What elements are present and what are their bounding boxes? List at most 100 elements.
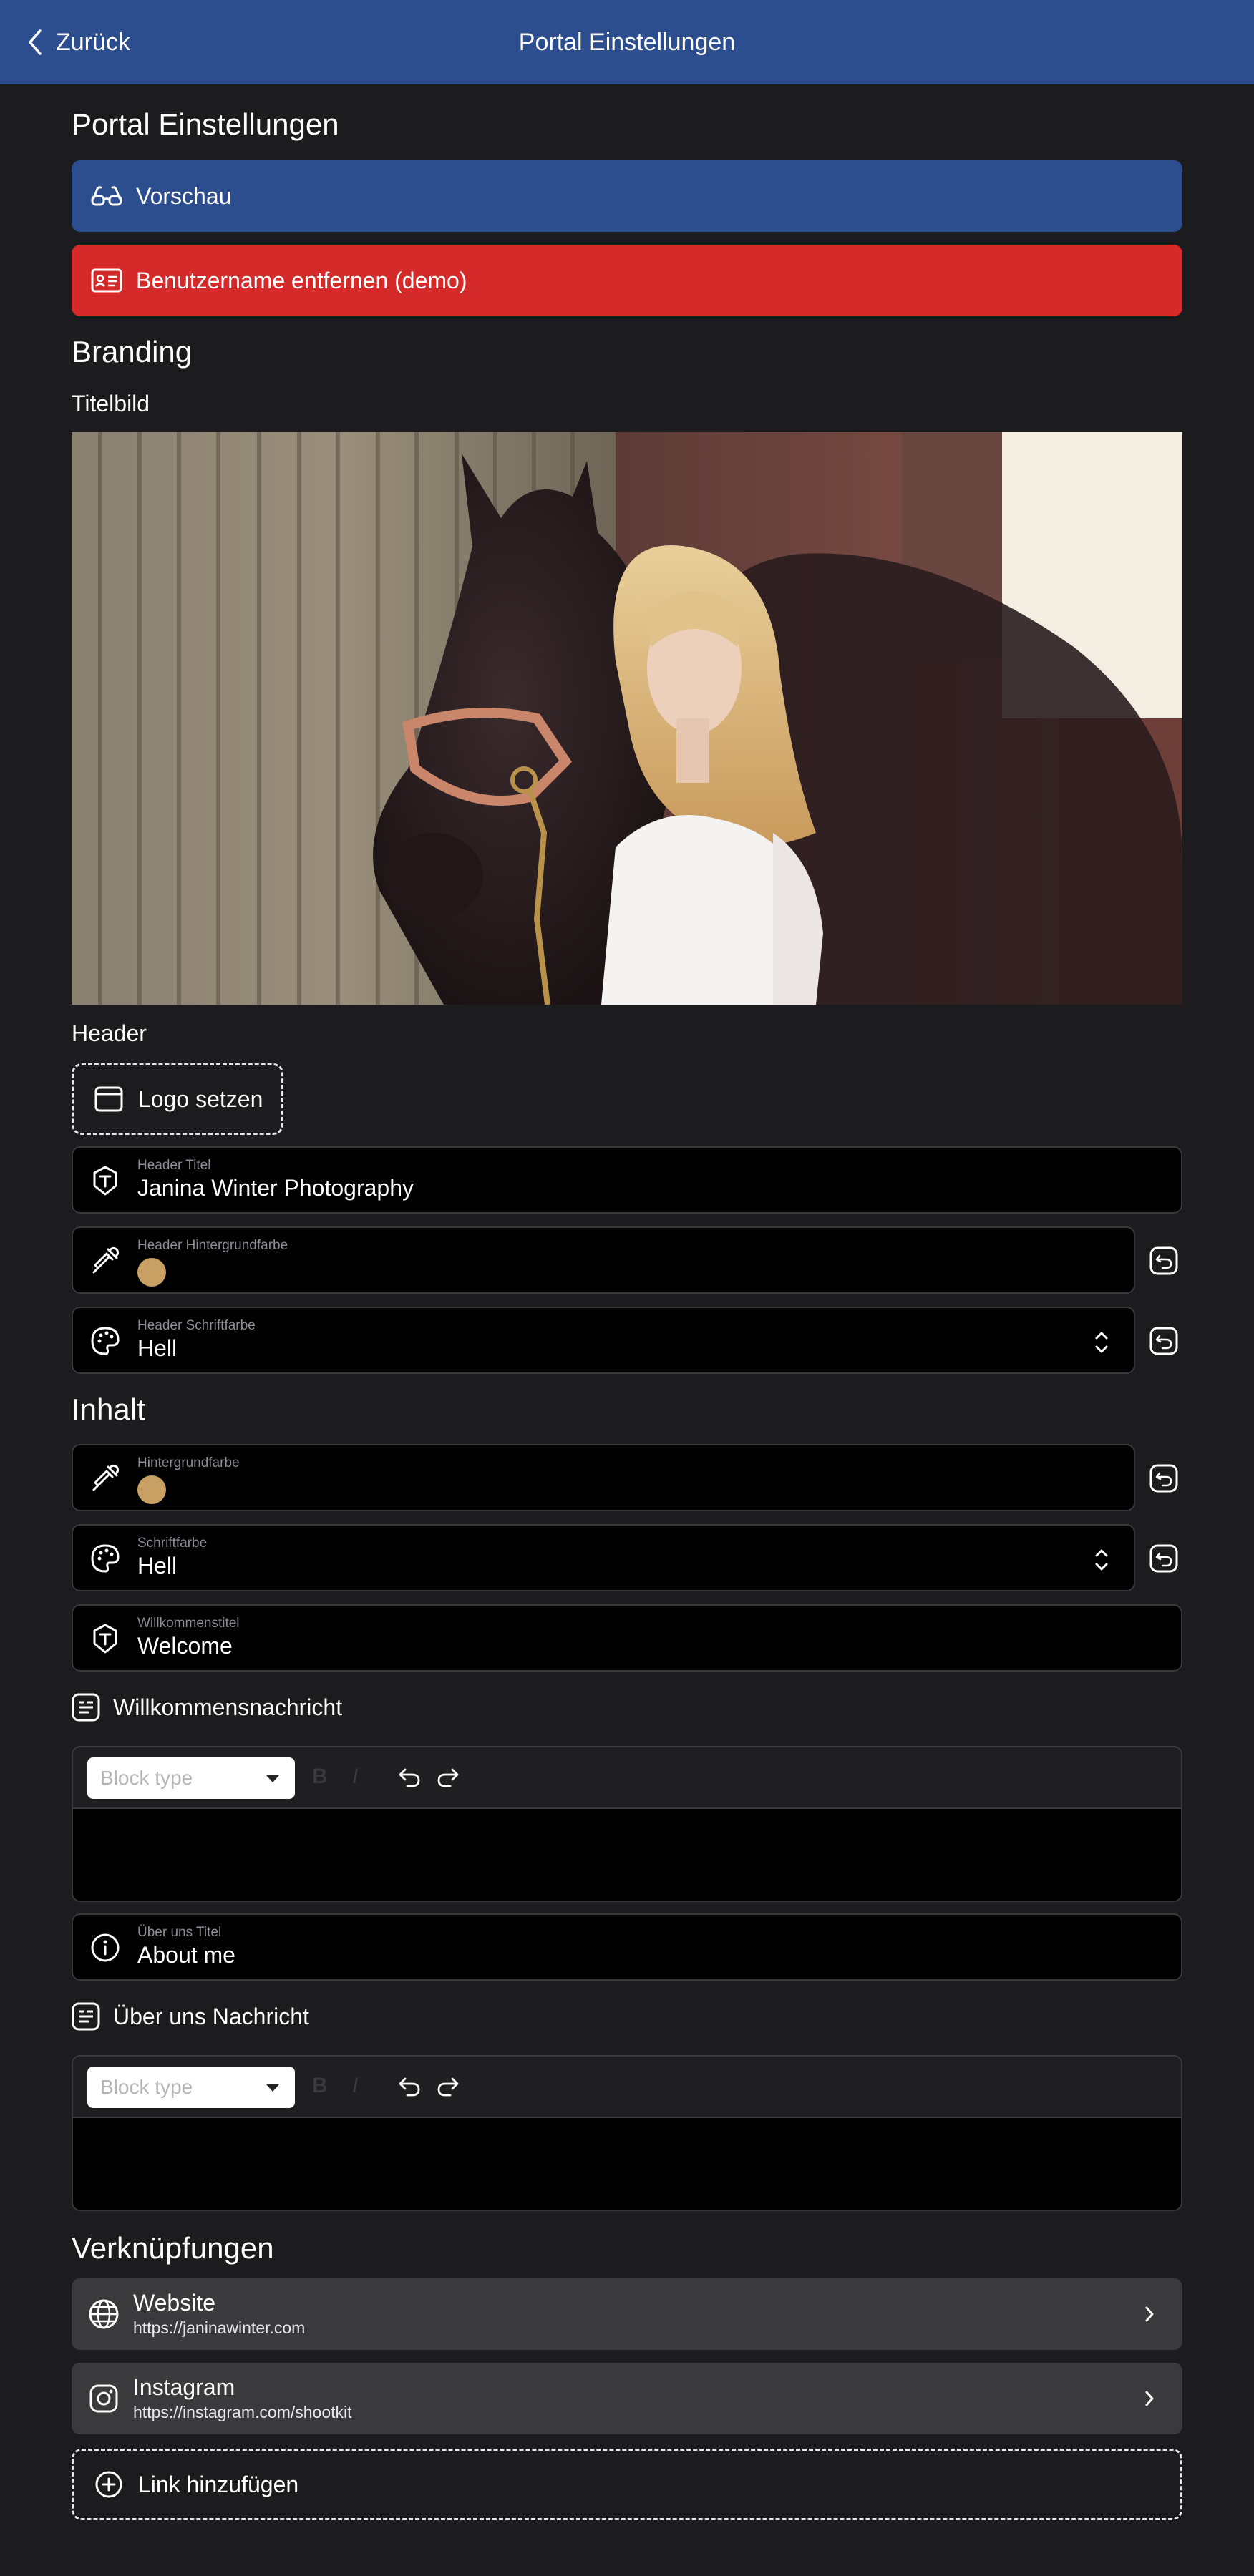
- link-item-website[interactable]: Website https://janinawinter.com: [72, 2278, 1182, 2350]
- eyedropper-icon: [89, 1462, 122, 1495]
- remove-username-button[interactable]: Benutzername entfernen (demo): [72, 245, 1182, 316]
- reset-icon: [1150, 1246, 1178, 1275]
- nav-title: Portal Einstellungen: [518, 29, 736, 56]
- italic-button[interactable]: I: [352, 1765, 358, 1789]
- caret-down-icon: [266, 2084, 279, 2092]
- chevron-right-icon: [1145, 2306, 1154, 2322]
- title-image-label: Titelbild: [72, 391, 150, 416]
- reset-font-color-button[interactable]: [1145, 1540, 1182, 1577]
- add-link-button[interactable]: Link hinzufügen: [72, 2449, 1182, 2520]
- header-font-color-select[interactable]: Header Schriftfarbe Hell: [72, 1307, 1135, 1374]
- editor-body[interactable]: [73, 2118, 1181, 2210]
- palette-icon: [89, 1542, 122, 1575]
- undo-icon: [399, 1768, 420, 1787]
- header-bg-color-swatch: [137, 1258, 166, 1287]
- add-link-label: Link hinzufügen: [138, 2471, 299, 2497]
- undo-icon: [399, 2077, 420, 2097]
- editor-toolbar: Block type B I: [73, 2057, 1181, 2118]
- caret-down-icon: [266, 1775, 279, 1782]
- content-heading: Inhalt: [72, 1392, 145, 1426]
- reset-header-bg-color-button[interactable]: [1145, 1242, 1182, 1279]
- bold-button[interactable]: B: [312, 1765, 328, 1789]
- set-logo-label: Logo setzen: [138, 1085, 263, 1112]
- header-bg-color-field-label: Header Hintergrundfarbe: [137, 1238, 288, 1253]
- welcome-message-label-text: Willkommensnachricht: [113, 1694, 343, 1720]
- link-title: Website: [133, 2290, 216, 2316]
- link-title: Instagram: [133, 2374, 235, 2400]
- branding-heading: Branding: [72, 335, 193, 369]
- editor-toolbar: Block type B I: [73, 1747, 1181, 1809]
- eyedropper-icon: [89, 1244, 122, 1277]
- globe-icon: [89, 2299, 119, 2329]
- header-font-color-label: Header Schriftfarbe: [137, 1318, 256, 1333]
- bg-color-field[interactable]: Hintergrundfarbe: [72, 1444, 1135, 1511]
- header-font-color-value: Hell: [137, 1335, 178, 1361]
- text-badge-icon: [89, 1164, 122, 1197]
- remove-username-label: Benutzername entfernen (demo): [136, 267, 467, 293]
- about-title-label: Über uns Titel: [137, 1925, 222, 1940]
- reset-icon: [1150, 1464, 1178, 1493]
- page-title: Portal Einstellungen: [72, 107, 339, 141]
- glasses-icon: [90, 180, 123, 213]
- instagram-icon: [89, 2384, 118, 2413]
- set-logo-button[interactable]: Logo setzen: [72, 1063, 283, 1135]
- text-block-icon: [72, 2002, 100, 2031]
- id-card-icon: [90, 264, 123, 297]
- font-color-label: Schriftfarbe: [137, 1536, 208, 1551]
- chevron-up-down-icon: [1095, 1549, 1108, 1571]
- chevron-right-icon: [1145, 2391, 1154, 2406]
- header-bg-color-field[interactable]: Header Hintergrundfarbe: [72, 1226, 1135, 1294]
- header-title-field[interactable]: Header Titel Janina Winter Photography: [72, 1146, 1182, 1214]
- browser-window-icon: [92, 1083, 125, 1116]
- bg-color-swatch: [137, 1475, 166, 1504]
- info-icon: [89, 1931, 122, 1964]
- header-title-field-value: Janina Winter Photography: [137, 1175, 414, 1201]
- plus-circle-icon: [92, 2468, 125, 2501]
- about-message-label: Über uns Nachricht: [72, 2002, 309, 2031]
- redo-button[interactable]: [434, 2072, 462, 2101]
- text-block-icon: [72, 1693, 100, 1722]
- welcome-title-field[interactable]: Willkommenstitel Welcome: [72, 1604, 1182, 1672]
- welcome-title-value: Welcome: [137, 1633, 233, 1659]
- link-item-instagram[interactable]: Instagram https://instagram.com/shootkit: [72, 2363, 1182, 2434]
- welcome-message-label: Willkommensnachricht: [72, 1693, 342, 1722]
- about-title-field[interactable]: Über uns Titel About me: [72, 1913, 1182, 1981]
- block-type-placeholder: Block type: [100, 2076, 193, 2098]
- title-image-photo: [72, 432, 1182, 1005]
- redo-icon: [437, 1768, 459, 1787]
- block-type-select[interactable]: Block type: [87, 2067, 295, 2108]
- reset-bg-color-button[interactable]: [1145, 1460, 1182, 1497]
- reset-header-font-color-button[interactable]: [1145, 1322, 1182, 1360]
- preview-label: Vorschau: [136, 182, 232, 209]
- italic-button[interactable]: I: [352, 2074, 358, 2098]
- about-message-label-text: Über uns Nachricht: [113, 2003, 309, 2029]
- link-url: https://instagram.com/shootkit: [133, 2403, 352, 2421]
- header-title-field-label: Header Titel: [137, 1158, 211, 1173]
- block-type-placeholder: Block type: [100, 1767, 193, 1789]
- chevron-up-down-icon: [1095, 1332, 1108, 1353]
- editor-body[interactable]: [73, 1809, 1181, 1901]
- header-label: Header: [72, 1020, 147, 1046]
- font-color-select[interactable]: Schriftfarbe Hell: [72, 1524, 1135, 1591]
- top-nav-bar: Zurück Portal Einstellungen: [0, 0, 1254, 84]
- preview-button[interactable]: Vorschau: [72, 160, 1182, 232]
- text-badge-icon: [89, 1622, 122, 1655]
- redo-icon: [437, 2077, 459, 2097]
- title-image[interactable]: [72, 432, 1182, 1005]
- block-type-select[interactable]: Block type: [87, 1757, 295, 1799]
- reset-icon: [1150, 1327, 1178, 1355]
- welcome-title-label: Willkommenstitel: [137, 1616, 240, 1631]
- bg-color-field-label: Hintergrundfarbe: [137, 1455, 240, 1470]
- link-url: https://janinawinter.com: [133, 2318, 306, 2337]
- undo-button[interactable]: [395, 2072, 424, 2101]
- font-color-value: Hell: [137, 1553, 178, 1579]
- about-title-value: About me: [137, 1942, 235, 1968]
- redo-button[interactable]: [434, 1763, 462, 1792]
- palette-icon: [89, 1324, 122, 1357]
- reset-icon: [1150, 1544, 1178, 1573]
- links-heading: Verknüpfungen: [72, 2231, 274, 2265]
- welcome-message-editor: Block type B I: [72, 1746, 1182, 1902]
- about-message-editor: Block type B I: [72, 2055, 1182, 2211]
- undo-button[interactable]: [395, 1763, 424, 1792]
- bold-button[interactable]: B: [312, 2074, 328, 2098]
